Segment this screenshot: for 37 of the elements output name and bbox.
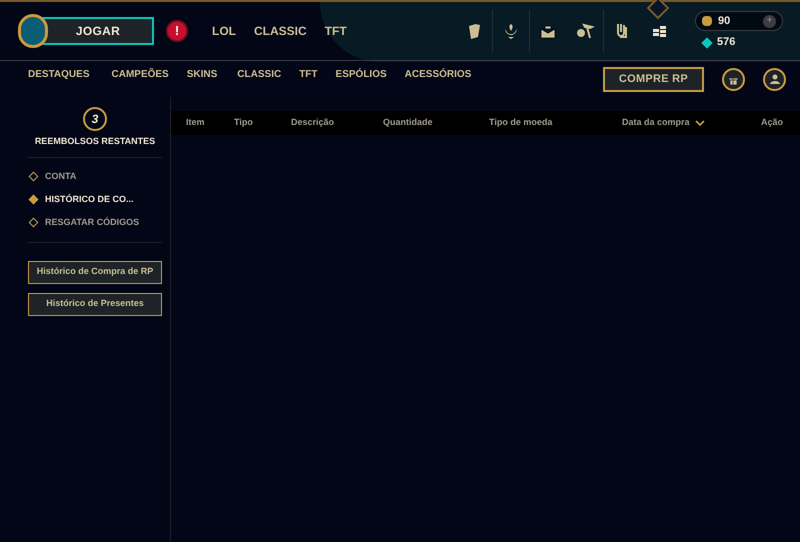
column-header[interactable]: Tipo de moeda <box>489 116 622 130</box>
nav-tab[interactable]: SKINS <box>186 66 218 82</box>
game-mode-link[interactable]: CLASSIC <box>254 22 307 40</box>
sidebar-item[interactable]: CONTA <box>45 170 76 184</box>
refund-count: 3 <box>83 107 107 131</box>
add-rp-button[interactable]: + <box>763 14 776 28</box>
history-button[interactable]: Histórico de Compra de RP <box>28 260 162 284</box>
nav-tab[interactable]: DESTAQUES <box>28 66 90 82</box>
refund-label: REEMBOLSOS RESTANTES <box>34 135 156 148</box>
logo-icon <box>18 14 48 48</box>
sidebar-item[interactable]: HISTÓRICO DE CO... <box>45 192 134 206</box>
nav-tab[interactable]: TFT <box>299 66 318 82</box>
nav-tab[interactable]: ESPÓLIOS <box>336 66 387 82</box>
gift-button[interactable] <box>722 68 745 90</box>
sidebar-item[interactable]: RESGATAR CÓDIGOS <box>45 216 140 230</box>
chevron-down-icon <box>694 120 705 126</box>
nav-tab[interactable]: ACESSÓRIOS <box>404 66 472 82</box>
play-button[interactable]: JOGAR <box>42 17 154 45</box>
column-header[interactable]: Data da compra <box>622 116 761 130</box>
nav-tab[interactable]: CLASSIC <box>237 66 282 82</box>
rp-icon <box>702 16 712 26</box>
history-button[interactable]: Histórico de Presentes <box>28 292 162 316</box>
essence-icon <box>701 36 713 48</box>
game-mode-link[interactable]: TFT <box>324 22 347 40</box>
column-header[interactable]: Quantidade <box>383 116 489 130</box>
essence-amount: 576 <box>717 35 736 50</box>
column-header[interactable]: Tipo <box>234 116 291 130</box>
alert-button[interactable]: ! <box>166 20 188 42</box>
column-header[interactable]: Item <box>186 116 234 130</box>
nav-tab[interactable]: CAMPEÕES <box>112 66 169 82</box>
buy-rp-button[interactable]: COMPRE RP <box>602 66 704 92</box>
friends-button[interactable] <box>763 68 786 90</box>
rp-amount: 90 <box>718 14 730 29</box>
column-header[interactable]: Descrição <box>291 116 383 130</box>
person-icon <box>768 73 780 85</box>
game-mode-link[interactable]: LOL <box>212 22 236 40</box>
column-header[interactable]: Ação <box>761 116 784 130</box>
